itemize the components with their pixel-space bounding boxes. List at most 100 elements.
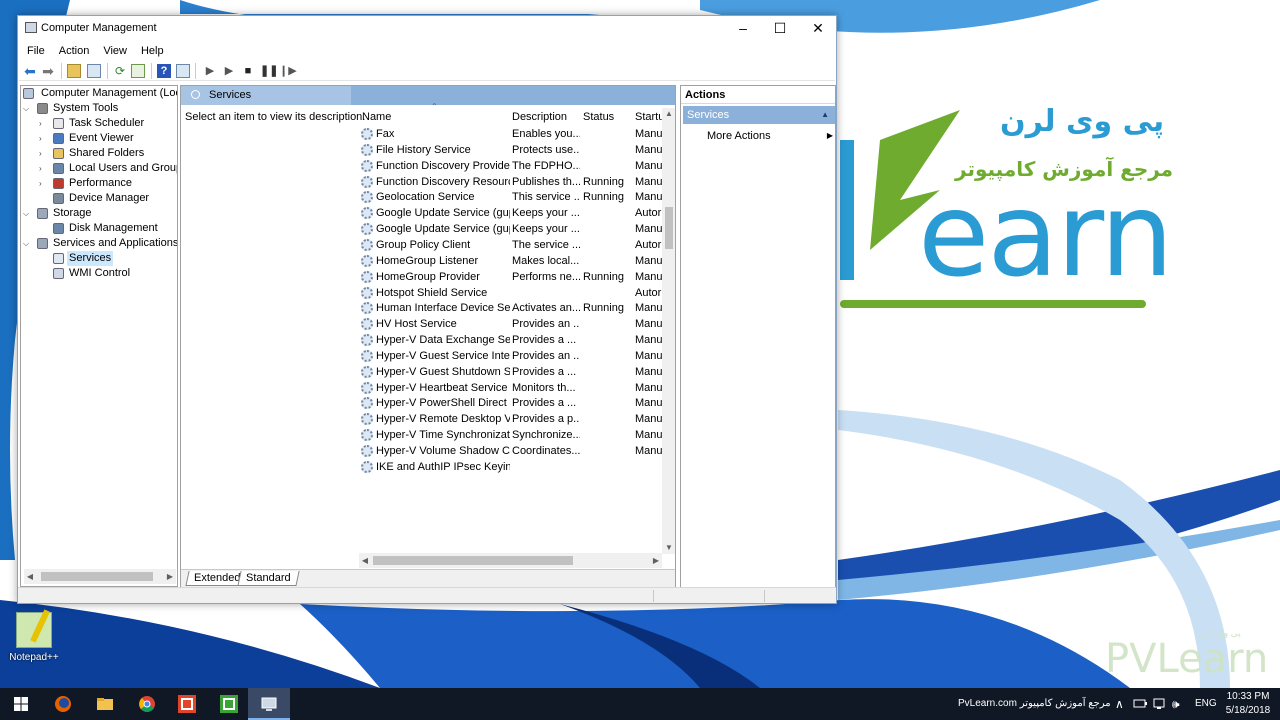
service-row[interactable]: Function Discovery Resourc... Publishes t… (359, 174, 669, 190)
service-row[interactable]: Google Update Service (gup... Keeps your … (359, 221, 669, 237)
scroll-thumb[interactable] (373, 556, 573, 565)
service-description: The service ... (512, 238, 580, 251)
service-startup: Manu (635, 349, 663, 362)
column-status[interactable]: Status (583, 109, 614, 125)
service-row[interactable]: Geolocation Service This service ... Runni… (359, 189, 669, 205)
title-bar[interactable]: Computer Management – ☐ ✕ (18, 16, 836, 41)
battery-icon[interactable] (1133, 688, 1147, 720)
desktop-icon-notepadpp[interactable]: Notepad++ (4, 612, 64, 663)
menu-file[interactable]: File (27, 45, 45, 57)
expand-arrow-icon[interactable]: ⌵ (23, 236, 33, 251)
service-row[interactable]: Fax Enables you... Manu (359, 126, 669, 142)
service-startup: Manu (635, 445, 663, 457)
actions-section-services[interactable]: Services ▲ (683, 106, 835, 124)
service-row[interactable]: Hyper-V Remote Desktop Vi... Provides a p… (359, 411, 669, 427)
service-row[interactable]: Human Interface Device Ser... Activates a… (359, 300, 669, 316)
start-button[interactable] (0, 688, 42, 720)
pause-service-icon[interactable]: ❚❚ (260, 64, 278, 78)
more-actions-item[interactable]: More Actions ▶ (707, 128, 833, 144)
tree-item-label: Event Viewer (69, 132, 134, 144)
services-vertical-scrollbar[interactable]: ▲ ▼ (662, 108, 675, 554)
clock-icon (53, 118, 64, 129)
service-row[interactable]: Hyper-V Data Exchange Ser... Provides a .… (359, 332, 669, 348)
column-startup[interactable]: Startu (635, 109, 664, 125)
collapse-arrow-icon[interactable]: › (39, 176, 49, 191)
refresh-icon[interactable]: ⟳ (113, 64, 127, 78)
tab-standard[interactable]: Standard (237, 571, 300, 586)
taskbar-file-explorer[interactable] (84, 688, 126, 720)
service-name: Fax (376, 128, 395, 140)
start-service-icon[interactable]: ▶ (203, 64, 217, 78)
stop-service-icon[interactable]: ■ (241, 64, 255, 78)
maximize-button[interactable]: ☐ (761, 16, 799, 41)
up-folder-icon[interactable] (67, 64, 81, 78)
minimize-button[interactable]: – (724, 16, 762, 41)
computer-management-window: Computer Management – ☐ ✕ File Action Vi… (17, 15, 837, 604)
service-row[interactable]: Google Update Service (gup... Keeps your … (359, 205, 669, 221)
collapse-arrow-icon[interactable]: › (39, 161, 49, 176)
network-icon[interactable] (1152, 688, 1166, 720)
service-row[interactable]: Hyper-V Heartbeat Service Monitors th... M… (359, 380, 669, 396)
taskbar-camtasia[interactable] (208, 688, 250, 720)
service-row[interactable]: HV Host Service Provides an ... Manu (359, 316, 669, 332)
taskbar-camtasia-recorder[interactable] (166, 688, 208, 720)
tree-horizontal-scrollbar[interactable]: ◀ ▶ (24, 569, 176, 584)
clock[interactable]: 10:33 PM 5/18/2018 (1218, 690, 1278, 718)
service-name: IKE and AuthIP IPsec Keying... (376, 460, 510, 473)
taskbar-computer-management[interactable] (248, 688, 290, 720)
service-startup: Manu (635, 191, 663, 204)
scroll-left-arrow[interactable]: ◀ (24, 569, 36, 584)
service-row[interactable]: Hyper-V Time Synchronizat... Synchronize.… (359, 427, 669, 443)
forward-icon[interactable]: ➡ (41, 64, 55, 78)
service-row[interactable]: IKE and AuthIP IPsec Keying... (359, 459, 669, 475)
service-row[interactable]: HomeGroup Provider Performs ne... Running M… (359, 269, 669, 285)
service-name: Google Update Service (gup... (376, 207, 510, 220)
service-row[interactable]: Hyper-V Guest Service Inter... Provides a… (359, 348, 669, 364)
resume-service-icon[interactable]: ❙▶ (279, 64, 297, 78)
expand-arrow-icon[interactable]: ⌵ (23, 206, 33, 221)
service-startup: Manu (635, 223, 663, 236)
collapse-arrow-icon[interactable]: › (39, 116, 49, 131)
service-row[interactable]: HomeGroup Listener Makes local... Manu (359, 253, 669, 269)
menu-action[interactable]: Action (59, 45, 90, 57)
service-row[interactable]: Hyper-V PowerShell Direct ... Provides a … (359, 395, 669, 411)
show-hide-action-icon[interactable] (176, 64, 190, 78)
collapse-icon[interactable]: ▲ (821, 106, 829, 124)
start-service-alt-icon[interactable]: ▶ (222, 64, 236, 78)
service-description: Keeps your ... (512, 207, 580, 220)
tray-chevron-icon[interactable]: ∧ (1115, 688, 1124, 720)
volume-icon[interactable]: 🕪 (1172, 688, 1180, 720)
expand-arrow-icon[interactable]: ⌵ (23, 101, 33, 116)
scroll-thumb[interactable] (665, 207, 673, 249)
close-button[interactable]: ✕ (799, 16, 837, 41)
export-list-icon[interactable] (131, 64, 145, 78)
menu-help[interactable]: Help (141, 45, 164, 57)
taskbar-chrome[interactable] (126, 688, 168, 720)
collapse-arrow-icon[interactable]: › (39, 131, 49, 146)
service-row[interactable]: Hyper-V Volume Shadow C... Coordinates...… (359, 443, 669, 459)
help-icon[interactable]: ? (157, 64, 171, 78)
scroll-up-arrow[interactable]: ▲ (662, 108, 675, 120)
menu-view[interactable]: View (103, 45, 127, 57)
column-name[interactable]: Name (362, 109, 391, 125)
scroll-thumb[interactable] (41, 572, 153, 581)
service-row[interactable]: File History Service Protects use... Manu (359, 142, 669, 158)
scroll-right-arrow[interactable]: ▶ (164, 569, 176, 584)
scroll-right-arrow[interactable]: ▶ (650, 553, 662, 568)
back-icon[interactable]: ⬅ (23, 64, 37, 78)
service-row[interactable]: Function Discovery Provide... The FDPHO..… (359, 158, 669, 174)
gear-icon (361, 334, 373, 347)
scroll-down-arrow[interactable]: ▼ (662, 542, 675, 554)
service-row[interactable]: Hyper-V Guest Shutdown S... Provides a ..… (359, 364, 669, 380)
show-hide-tree-icon[interactable] (87, 64, 101, 78)
column-description[interactable]: Description (512, 109, 567, 125)
collapse-arrow-icon[interactable]: › (39, 146, 49, 161)
language-indicator[interactable]: ENG (1195, 688, 1217, 720)
console-tree: Computer Management (Local ⌵ System Tools… (20, 85, 178, 587)
status-bar (18, 587, 836, 603)
services-horizontal-scrollbar[interactable]: ◀ ▶ (359, 553, 662, 568)
taskbar-firefox[interactable] (42, 688, 84, 720)
service-row[interactable]: Group Policy Client The service ... Autor (359, 237, 669, 253)
scroll-left-arrow[interactable]: ◀ (359, 553, 371, 568)
service-row[interactable]: Hotspot Shield Service Autor (359, 285, 669, 301)
